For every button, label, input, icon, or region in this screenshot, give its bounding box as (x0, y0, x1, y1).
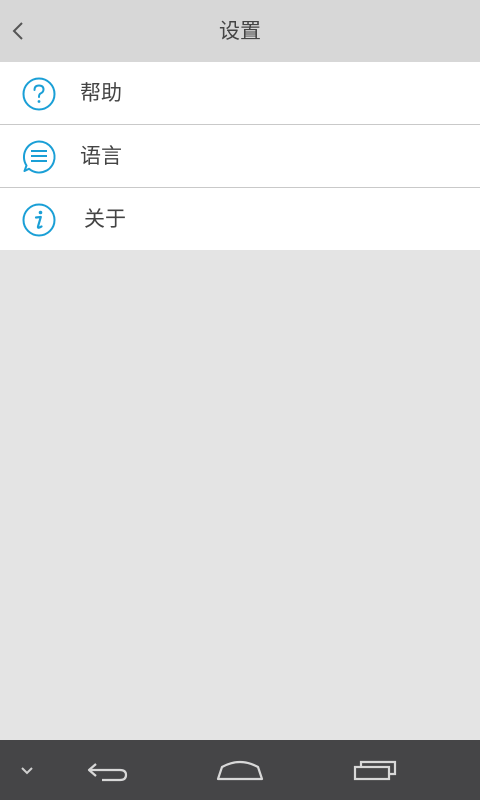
home-icon (216, 760, 264, 781)
recent-apps-icon (353, 760, 397, 781)
menu-item-label: 关于 (84, 207, 126, 231)
header-bar: 设置 (0, 0, 480, 62)
nav-home-button[interactable] (208, 740, 272, 800)
menu-item-help[interactable]: 帮助 (0, 62, 480, 125)
system-nav-bar (0, 740, 480, 800)
nav-back-button[interactable] (78, 740, 136, 800)
help-circle-icon (22, 77, 56, 111)
menu-item-about[interactable]: 关于 (0, 188, 480, 250)
back-arrow-icon (87, 763, 128, 782)
hide-nav-button[interactable] (10, 740, 44, 800)
menu-item-language[interactable]: 语言 (0, 125, 480, 188)
language-bubble-icon (22, 140, 56, 174)
menu-item-label: 帮助 (80, 81, 122, 105)
settings-menu: 帮助 语言 关于 (0, 62, 480, 250)
info-circle-icon (22, 203, 56, 237)
menu-item-label: 语言 (80, 144, 122, 168)
page-title: 设置 (219, 19, 261, 43)
nav-recent-apps-button[interactable] (344, 740, 406, 800)
chevron-down-icon (21, 767, 33, 775)
